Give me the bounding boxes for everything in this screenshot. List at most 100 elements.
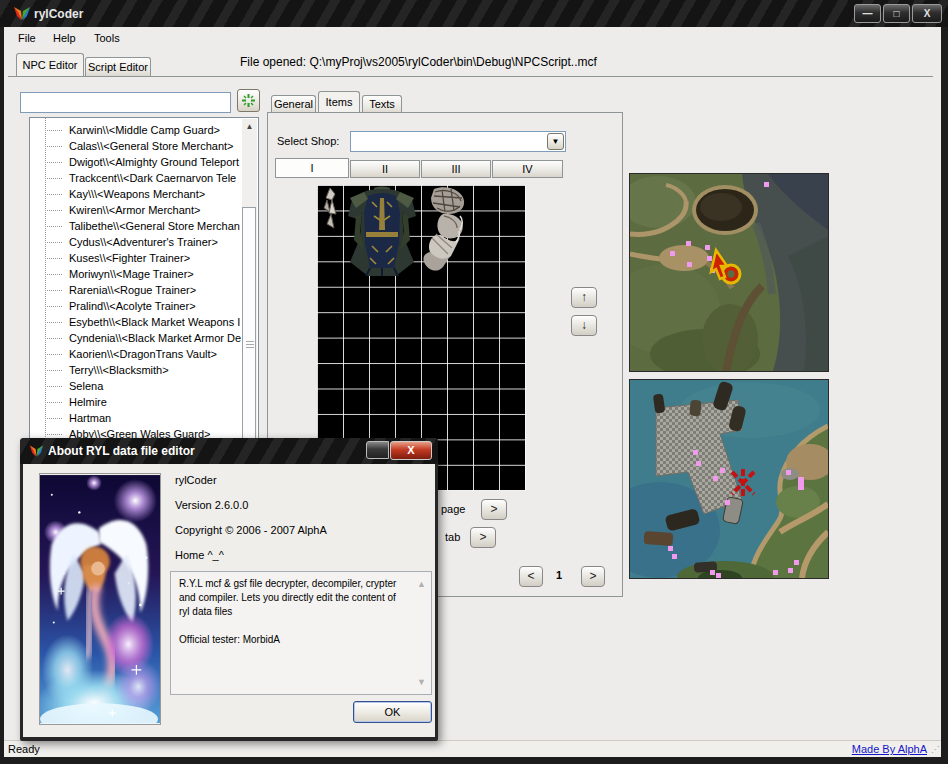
scroll-up-icon[interactable]: ▲ — [417, 577, 426, 591]
list-item[interactable]: Helmire — [30, 394, 243, 410]
list-item[interactable]: Terry\\\<Blacksmith> — [30, 362, 243, 378]
close-button[interactable]: X — [912, 4, 942, 23]
list-item[interactable]: Kuses\\<Fighter Trainer> — [30, 250, 243, 266]
list-item-label: Pralind\\<Acolyte Trainer> — [69, 300, 196, 312]
tab-script-editor[interactable]: Script Editor — [85, 57, 151, 76]
list-item-label: Cyndenia\\<Black Market Armor De — [69, 332, 241, 344]
credit-link[interactable]: Made By AlphA — [852, 743, 927, 755]
move-up-button[interactable]: ↑ — [571, 287, 597, 308]
item-gauntlet-image[interactable] — [420, 186, 470, 274]
about-home-link[interactable]: Home ^_^ — [175, 549, 224, 561]
tester-text: Official tester: MorbidA — [179, 633, 405, 647]
tab-texts[interactable]: Texts — [362, 95, 402, 113]
list-item-label: Calas\\<General Store Merchant> — [69, 140, 233, 152]
map-detail-image[interactable] — [629, 379, 829, 579]
chevron-right-icon: > — [490, 502, 497, 516]
next-page-button[interactable]: > — [581, 566, 605, 587]
list-item[interactable]: Pralind\\<Acolyte Trainer> — [30, 298, 243, 314]
status-text: Ready — [8, 743, 40, 755]
dialog-close-button[interactable]: X — [390, 441, 432, 460]
resize-grip: ⋰ — [931, 745, 939, 754]
prev-page-button[interactable]: < — [519, 566, 543, 587]
move-down-button[interactable]: ↓ — [571, 315, 597, 336]
title-bar: rylCoder — □ X — [0, 0, 948, 27]
ok-button[interactable]: OK — [353, 701, 432, 723]
list-item-label: Cydus\\<Adventurer's Trainer> — [69, 236, 218, 248]
npc-search-button[interactable] — [237, 89, 260, 112]
window-title: rylCoder — [34, 7, 83, 21]
list-item[interactable]: Karwin\\<Middle Camp Guard> — [30, 122, 243, 138]
list-item[interactable]: Kay\\\<Weapons Merchant> — [30, 186, 243, 202]
app-window: rylCoder — □ X File Help Tools NPC Edito… — [0, 0, 948, 764]
copy-tab-button[interactable]: > — [470, 527, 496, 548]
about-version: Version 2.6.0.0 — [175, 499, 248, 511]
scroll-down-icon[interactable]: ▼ — [417, 675, 426, 689]
list-item[interactable]: Esybeth\\<Black Market Weapons I — [30, 314, 243, 330]
scrollbar-thumb[interactable] — [242, 207, 256, 457]
about-copyright: Copyright © 2006 - 2007 AlphA — [175, 524, 327, 536]
status-bar: Ready Made By AlphA ⋰ — [4, 740, 941, 757]
select-shop-label: Select Shop: — [277, 135, 339, 147]
chevron-right-icon: > — [589, 569, 596, 583]
list-item[interactable]: Kaorien\\<DragonTrans Vault> — [30, 346, 243, 362]
tree-rows: Karwin\\<Middle Camp Guard> Calas\\<Gener… — [30, 122, 243, 442]
about-artwork-image — [39, 473, 161, 725]
down-arrow-icon: ↓ — [581, 318, 587, 332]
ok-label: OK — [385, 706, 401, 718]
list-item-label: Rarenia\\<Rogue Trainer> — [69, 284, 196, 296]
list-item[interactable]: Dwigot\\<Almighty Ground Teleport — [30, 154, 243, 170]
about-description-box[interactable]: R.Y.L mcf & gsf file decrypter, decompil… — [170, 571, 432, 695]
list-item-label: Kuses\\<Fighter Trainer> — [69, 252, 190, 264]
list-item[interactable]: Kwiren\\<Armor Merchant> — [30, 202, 243, 218]
npc-search-input[interactable] — [20, 92, 231, 113]
menu-item-file[interactable]: File — [18, 32, 36, 44]
list-item[interactable]: Cydus\\<Adventurer's Trainer> — [30, 234, 243, 250]
list-item[interactable]: Trackcent\\<Dark Caernarvon Tele — [30, 170, 243, 186]
menu-item-help[interactable]: Help — [53, 32, 76, 44]
list-item[interactable]: Selena — [30, 378, 243, 394]
dialog-title: About RYL data file editor — [48, 444, 195, 458]
slot-tab-4[interactable]: IV — [492, 160, 563, 178]
list-item[interactable]: Talibethe\\<General Store Merchan — [30, 218, 243, 234]
dialog-body: rylCoder Version 2.6.0.0 Copyright © 200… — [23, 464, 435, 737]
minimize-button[interactable]: — — [854, 4, 881, 23]
list-item[interactable]: Hartman — [30, 410, 243, 426]
file-opened-label: File opened: Q:\myProj\vs2005\rylCoder\b… — [240, 55, 597, 69]
slot-tab-1[interactable]: I — [275, 158, 349, 178]
list-item-label: Karwin\\<Middle Camp Guard> — [69, 124, 220, 136]
list-item-label: Kwiren\\<Armor Merchant> — [69, 204, 200, 216]
map-overview-image[interactable] — [629, 173, 829, 372]
dialog-restore-button[interactable] — [366, 441, 389, 459]
about-dialog: About RYL data file editor X — [20, 438, 438, 741]
slot-tab-3[interactable]: III — [421, 160, 491, 178]
up-arrow-icon: ↑ — [581, 290, 587, 304]
tab-npc-editor[interactable]: NPC Editor — [16, 53, 84, 76]
list-item-label: Kay\\\<Weapons Merchant> — [69, 188, 205, 200]
copy-tab-label: tab — [445, 531, 460, 543]
maximize-icon: □ — [893, 8, 899, 19]
list-item[interactable]: Cyndenia\\<Black Market Armor De — [30, 330, 243, 346]
tab-items[interactable]: Items — [318, 91, 360, 113]
chevron-right-icon: > — [479, 530, 486, 544]
item-armor-image[interactable] — [344, 186, 420, 278]
list-item-label: Hartman — [69, 412, 111, 424]
list-item[interactable]: Moriwyn\\<Mage Trainer> — [30, 266, 243, 282]
close-icon: X — [924, 8, 931, 19]
copy-page-label: page — [441, 503, 465, 515]
menu-item-tools[interactable]: Tools — [94, 32, 120, 44]
tab-general[interactable]: General — [271, 95, 316, 113]
tab-strip-line — [8, 76, 933, 77]
list-item[interactable]: Calas\\<General Store Merchant> — [30, 138, 243, 154]
list-item[interactable]: Rarenia\\<Rogue Trainer> — [30, 282, 243, 298]
scroll-up-icon[interactable]: ▲ — [242, 119, 257, 134]
minimize-icon: — — [863, 8, 873, 19]
page-number-label: 1 — [556, 569, 562, 581]
list-item-label: Talibethe\\<General Store Merchan — [69, 220, 240, 232]
maximize-button[interactable]: □ — [883, 4, 910, 23]
dropdown-arrow-icon[interactable]: ▼ — [547, 133, 564, 150]
item-pendant-image[interactable] — [318, 186, 342, 234]
copy-page-button[interactable]: > — [481, 499, 507, 520]
app-logo-icon — [12, 4, 32, 23]
shop-combobox[interactable]: ▼ — [350, 131, 566, 152]
slot-tab-2[interactable]: II — [350, 160, 420, 178]
